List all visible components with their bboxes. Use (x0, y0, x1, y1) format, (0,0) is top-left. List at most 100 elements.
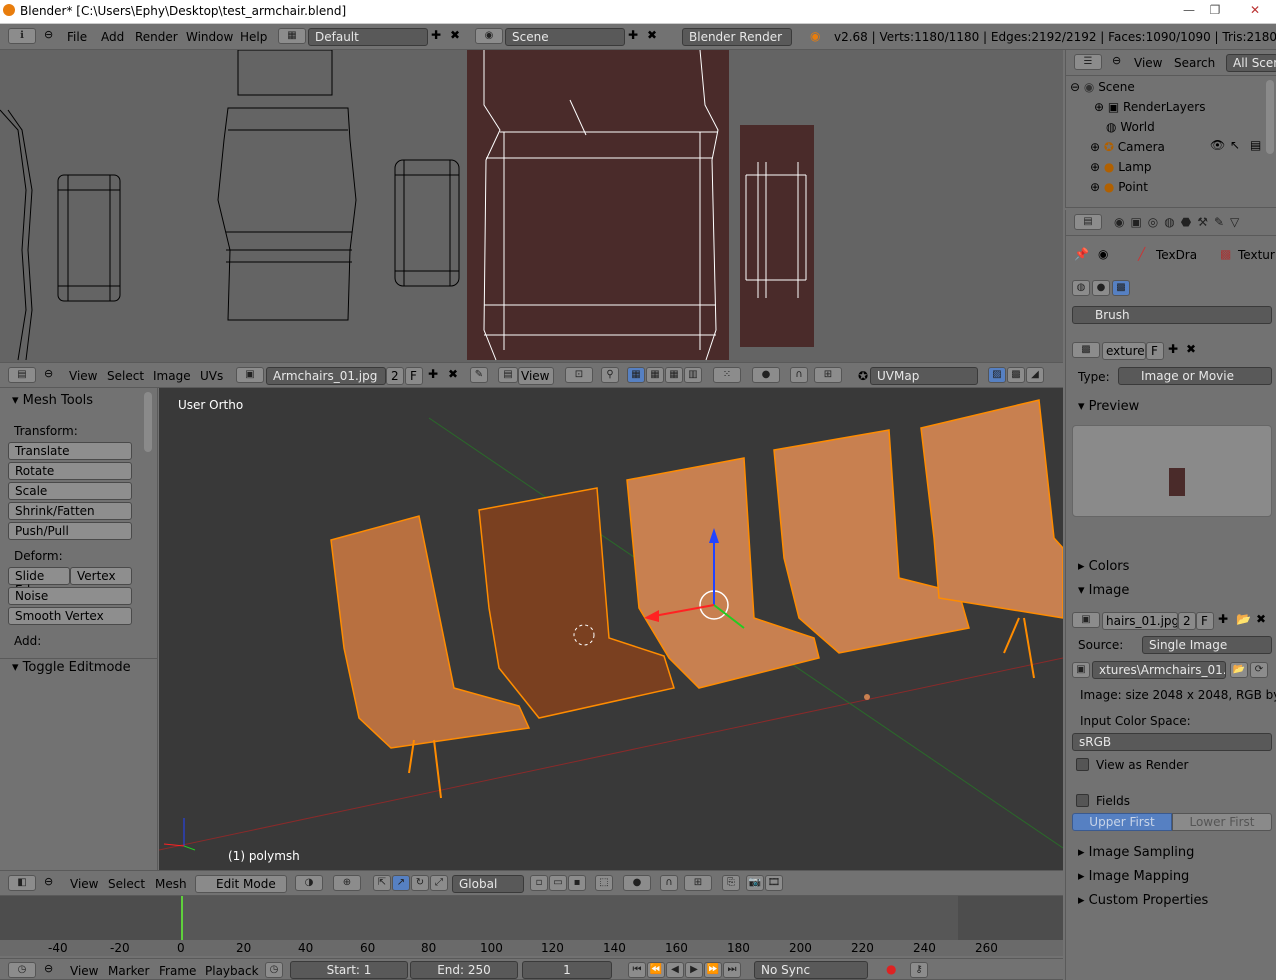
menu-window[interactable]: Window (186, 30, 233, 44)
editor-type-icon[interactable]: ℹ (8, 28, 36, 44)
uv-unlink-image-icon[interactable]: ✖ (448, 367, 458, 381)
material-tab-icon[interactable]: ● (1092, 280, 1110, 296)
translate-manipulator-icon[interactable]: ↗ (392, 875, 410, 891)
outliner-collapse-icon[interactable]: ⊖ (1112, 54, 1121, 67)
pivot-icon[interactable]: ⊡ (565, 367, 593, 383)
image-open-icon[interactable]: 📂 (1236, 612, 1251, 626)
tool-shelf-scrollbar[interactable] (144, 392, 152, 452)
source-select[interactable]: Single Image (1142, 636, 1272, 654)
minimize-icon[interactable]: — (1178, 2, 1200, 18)
orientation-select[interactable]: Global (452, 875, 524, 893)
snap-toggle-icon[interactable]: ∩ (660, 875, 678, 891)
falloff-icon[interactable]: ● (752, 367, 780, 383)
scale-manipulator-icon[interactable]: ⤢ (430, 875, 448, 891)
play-reverse-icon[interactable]: ◀ (666, 962, 684, 978)
noise-button[interactable]: Noise (8, 587, 132, 605)
outliner-item-scene[interactable]: ⊖ ◉ Scene (1070, 80, 1135, 94)
uv-new-image-icon[interactable]: ✚ (428, 367, 438, 381)
remove-layout-icon[interactable]: ✖ (450, 28, 460, 42)
start-frame-field[interactable]: Start: 1 (290, 961, 408, 979)
sync-select[interactable]: No Sync (754, 961, 868, 979)
texture-browse-icon[interactable]: ▩ (1072, 342, 1100, 358)
edge-mode-icon[interactable]: ▭ (549, 875, 567, 891)
outliner-editor-type-icon[interactable]: ☰ (1074, 54, 1102, 70)
timeline-menu-view[interactable]: View (70, 964, 98, 978)
sticky-select-icon[interactable]: ⚲ (601, 367, 619, 383)
file-browse-icon[interactable]: 📂 (1230, 662, 1248, 678)
outliner-menu-search[interactable]: Search (1174, 56, 1215, 70)
color-space-select[interactable]: sRGB (1072, 733, 1272, 751)
view-mode-icon[interactable]: ▤ (498, 367, 518, 383)
outliner-scrollbar[interactable] (1266, 80, 1274, 154)
menu-add[interactable]: Add (101, 30, 124, 44)
texture-type-select[interactable]: Image or Movie (1118, 367, 1272, 385)
mode-select[interactable]: Edit Mode (195, 875, 287, 893)
image-name-field[interactable]: hairs_01.jpg (1102, 612, 1178, 630)
timeline-menu-playback[interactable]: Playback (205, 964, 259, 978)
timeline-editor-type-icon[interactable]: ◷ (8, 962, 36, 978)
colors-section-header[interactable]: ▸ Colors (1078, 559, 1129, 574)
jump-start-icon[interactable]: ⏮ (628, 962, 646, 978)
stretch-icon[interactable]: ◢ (1026, 367, 1044, 383)
end-frame-field[interactable]: End: 250 (410, 961, 518, 979)
push-pull-button[interactable]: Push/Pull (8, 522, 132, 540)
view3d-collapse-icon[interactable]: ⊖ (44, 875, 53, 888)
brush-texture-tab-icon[interactable]: ▩ (1112, 280, 1130, 296)
play-icon[interactable]: ▶ (685, 962, 703, 978)
scene-icon[interactable]: ◉ (475, 28, 503, 44)
pivot-point-icon[interactable]: ⊕ (333, 875, 361, 891)
texture-name-field[interactable]: exture (1102, 342, 1146, 360)
layout-icon[interactable]: ▦ (278, 28, 306, 44)
timeline-menu-marker[interactable]: Marker (108, 964, 149, 978)
properties-editor-type-icon[interactable]: ▤ (1074, 214, 1102, 230)
preview-range-icon[interactable]: ◷ (265, 962, 283, 978)
vertex-slide-button[interactable]: Vertex (70, 567, 132, 585)
menu-help[interactable]: Help (240, 30, 267, 44)
uv-menu-image[interactable]: Image (153, 369, 191, 383)
fields-checkbox[interactable] (1076, 794, 1089, 807)
jump-key-back-icon[interactable]: ⏪ (647, 962, 665, 978)
maximize-icon[interactable]: ❐ (1204, 2, 1226, 18)
outliner-menu-view[interactable]: View (1134, 56, 1162, 70)
custom-properties-header[interactable]: ▸ Custom Properties (1078, 893, 1208, 908)
view3d-editor-type-icon[interactable]: ◧ (8, 875, 36, 891)
image-browse-icon[interactable]: ▣ (236, 367, 264, 383)
add-layout-icon[interactable]: ✚ (431, 28, 441, 42)
uv-menu-select[interactable]: Select (107, 369, 144, 383)
close-icon[interactable]: ✕ (1238, 2, 1272, 18)
jump-end-icon[interactable]: ⏭ (723, 962, 741, 978)
manipulator-icon[interactable]: ⇱ (373, 875, 391, 891)
uv-menu-view[interactable]: View (69, 369, 97, 383)
edge-select-icon[interactable]: ▦ (646, 367, 664, 383)
render-icon[interactable]: ⎘ (722, 875, 740, 891)
image-new-icon[interactable]: ✚ (1218, 612, 1228, 626)
collapse-icon[interactable]: ⊖ (44, 28, 53, 41)
pin-icon[interactable]: ✎ (470, 367, 488, 383)
scene-field[interactable]: Scene (505, 28, 625, 46)
camera-render-icon[interactable]: 📷 (746, 875, 764, 891)
view-as-render-checkbox[interactable] (1076, 758, 1089, 771)
view3d-menu-view[interactable]: View (70, 877, 98, 891)
brush-field[interactable]: Brush (1072, 306, 1272, 324)
rotate-button[interactable]: Rotate (8, 462, 132, 480)
outliner-item-lamp[interactable]: ⊕ ● Lamp (1090, 160, 1152, 174)
slide-edge-button[interactable]: Slide Edge (8, 567, 70, 597)
image-sampling-header[interactable]: ▸ Image Sampling (1078, 845, 1194, 860)
jump-key-forward-icon[interactable]: ⏩ (704, 962, 722, 978)
outliner-filter-select[interactable]: All Scene (1226, 54, 1276, 72)
uvmap-field[interactable]: UVMap (870, 367, 978, 385)
image-fake-user-button[interactable]: F (1196, 612, 1214, 630)
uv-editor[interactable] (0, 50, 1063, 362)
island-select-icon[interactable]: ▥ (684, 367, 702, 383)
smooth-vertex-button[interactable]: Smooth Vertex (8, 607, 132, 625)
snap-icon[interactable]: ∩ (790, 367, 808, 383)
timeline-menu-frame[interactable]: Frame (159, 964, 196, 978)
view3d-menu-select[interactable]: Select (108, 877, 145, 891)
proportional-icon[interactable]: ⁙ (713, 367, 741, 383)
uv-editor-type-icon[interactable]: ▤ (8, 367, 36, 383)
texture-unlink-icon[interactable]: ✖ (1186, 342, 1196, 356)
image-mapping-header[interactable]: ▸ Image Mapping (1078, 869, 1189, 884)
record-icon[interactable]: ● (886, 962, 896, 976)
draw-uv-icon[interactable]: ▨ (988, 367, 1006, 383)
renderable-icon[interactable]: ▤ (1250, 138, 1261, 152)
